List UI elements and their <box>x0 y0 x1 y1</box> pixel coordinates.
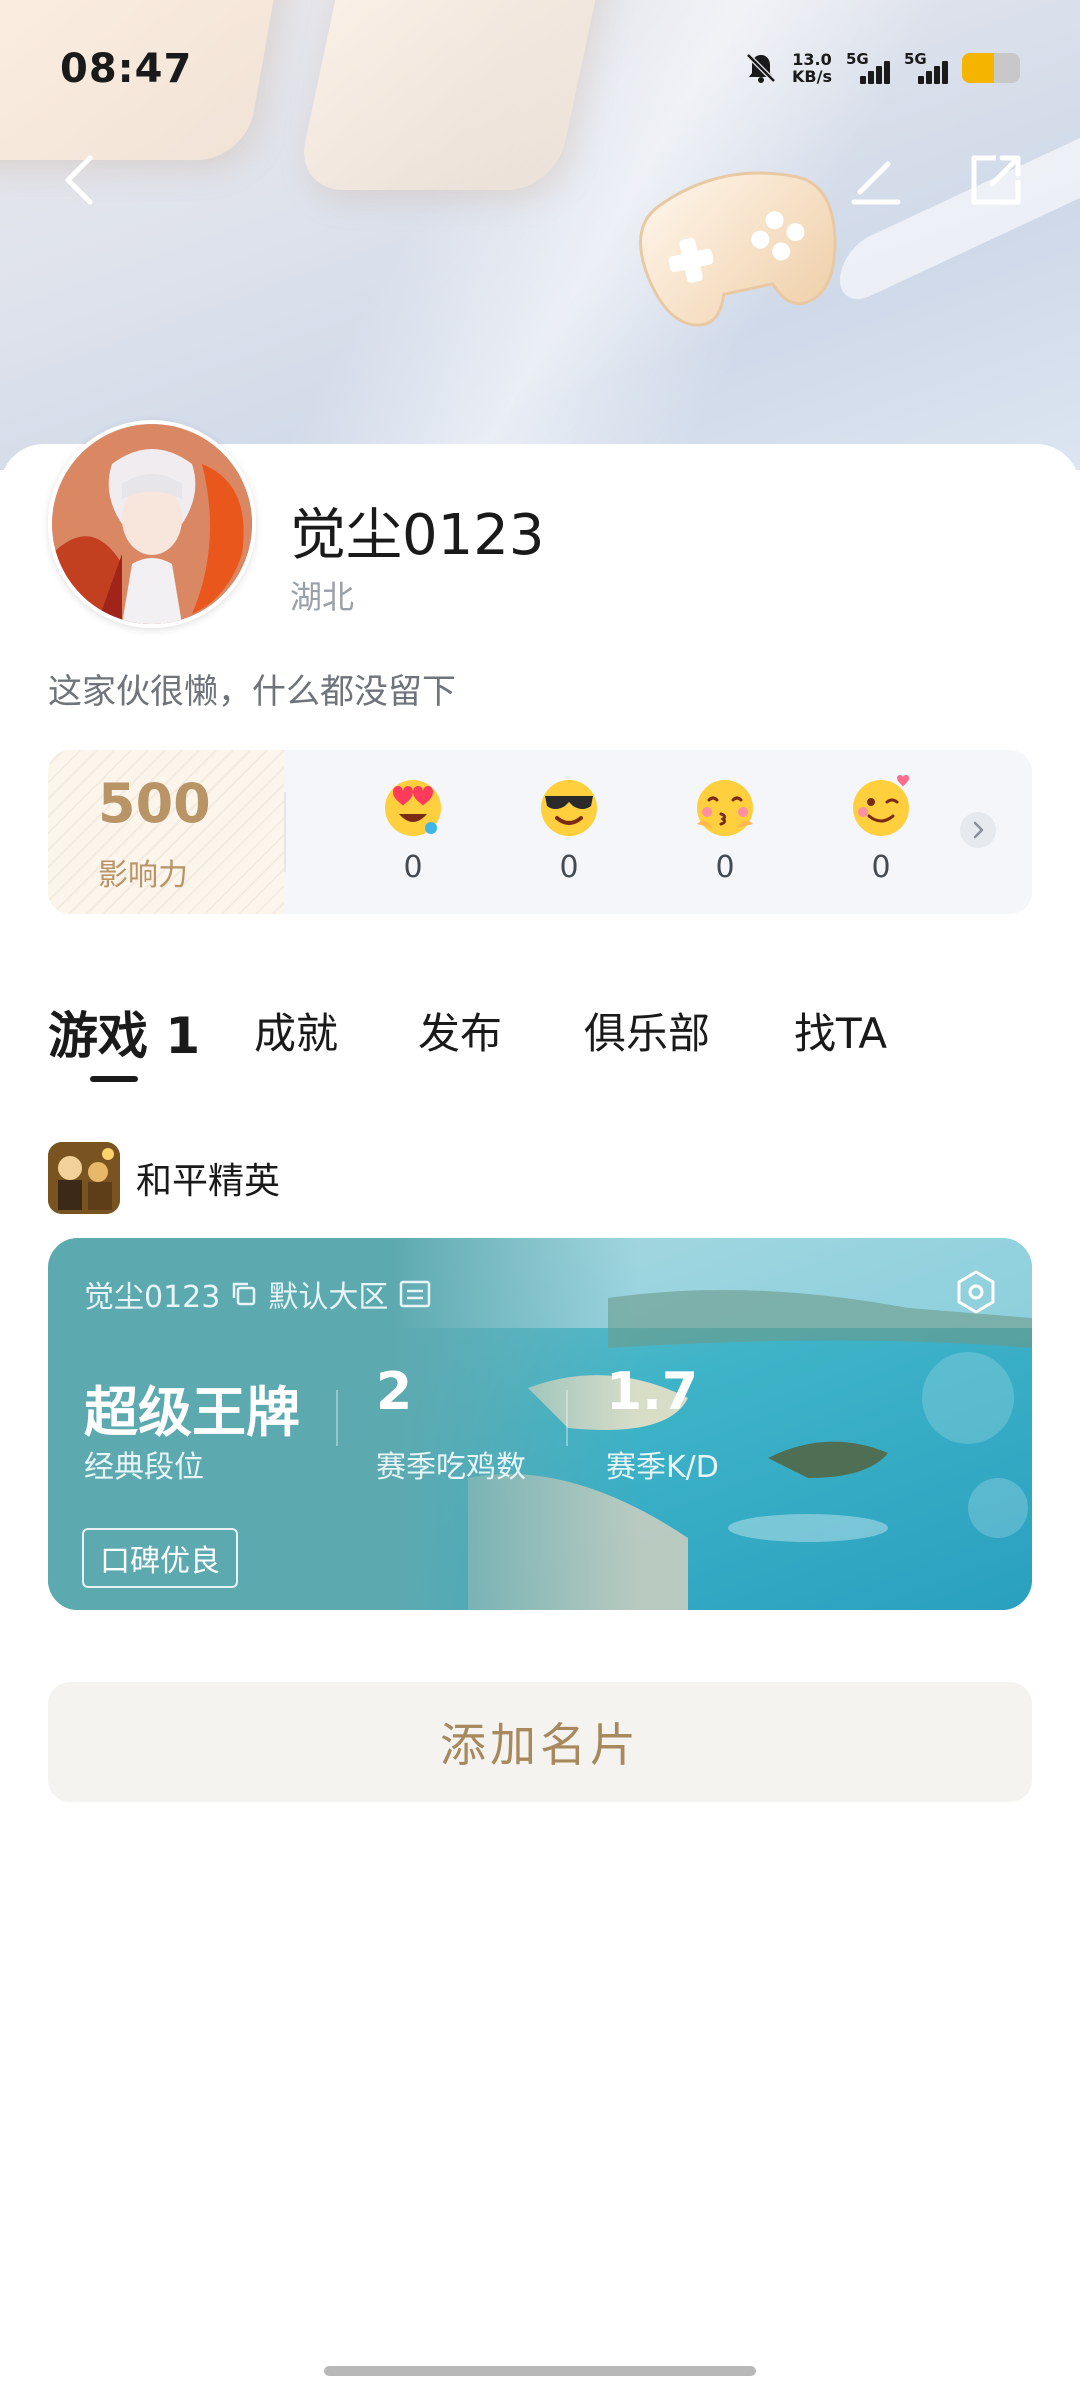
settings-hexagon-icon[interactable] <box>952 1268 1000 1316</box>
switch-server-icon[interactable] <box>398 1279 432 1309</box>
reaction-count: 0 <box>871 850 891 885</box>
decorative-pane <box>840 110 1080 310</box>
player-info-row: 觉尘0123 默认大区 <box>84 1272 432 1316</box>
region-text: 湖北 <box>290 578 355 616</box>
divider <box>284 792 286 872</box>
heart-eyes-emoji-icon <box>385 780 441 836</box>
network-speed-value: 13.0 <box>792 50 832 69</box>
sim1-label: 5G <box>846 50 869 68</box>
signal-sim1-icon: 5G <box>846 50 890 86</box>
divider <box>336 1390 338 1446</box>
server-name: 默认大区 <box>268 1280 389 1315</box>
share-out-icon[interactable] <box>966 150 1026 210</box>
bio-text: 这家伙很懒，什么都没留下 <box>48 672 456 712</box>
tab-games[interactable]: 游戏 1 <box>48 996 200 1068</box>
avatar-illustration <box>52 424 252 624</box>
rank-value: 超级王牌 <box>84 1381 300 1444</box>
sunglasses-emoji-icon <box>541 780 597 836</box>
gamepad-illustration-icon <box>639 171 837 327</box>
influence-value: 500 <box>98 772 211 835</box>
game-app-icon <box>48 1142 120 1214</box>
season-kd-value: 1.7 <box>606 1362 699 1422</box>
home-indicator[interactable] <box>324 2366 756 2376</box>
reaction-item[interactable]: 0 <box>836 772 926 885</box>
tab-achievements[interactable]: 成就 <box>254 1000 338 1061</box>
reaction-item[interactable]: 0 <box>524 772 614 885</box>
player-name: 觉尘0123 <box>84 1280 221 1315</box>
signal-sim2-icon: 5G <box>904 50 948 86</box>
wink-emoji-icon <box>853 775 909 836</box>
chevron-left-icon[interactable] <box>56 150 106 210</box>
season-wins-value: 2 <box>376 1362 413 1422</box>
rank-label: 经典段位 <box>84 1450 204 1485</box>
kiss-emoji-icon <box>697 780 753 836</box>
reputation-badge: 口碑优良 <box>82 1528 238 1588</box>
battery-icon <box>962 53 1020 83</box>
battery-level <box>962 53 994 83</box>
season-wins-label: 赛季吃鸡数 <box>376 1450 526 1485</box>
reaction-count: 0 <box>715 850 735 885</box>
divider <box>566 1390 568 1446</box>
reaction-item[interactable]: 0 <box>680 772 770 885</box>
reaction-count: 0 <box>559 850 579 885</box>
game-header[interactable]: 和平精英 <box>48 1142 280 1214</box>
tab-find-ta[interactable]: 找TA <box>794 1000 887 1061</box>
chevron-right-icon[interactable] <box>960 812 996 848</box>
tab-clubs[interactable]: 俱乐部 <box>584 1000 710 1061</box>
status-bar: 08:47 13.0 KB/s 5G 5G <box>0 0 1080 140</box>
influence-label: 影响力 <box>98 858 188 893</box>
active-tab-indicator <box>90 1076 138 1082</box>
username: 觉尘0123 <box>290 503 545 568</box>
game-stats-card[interactable]: 觉尘0123 默认大区 超级王牌 经典段位 2 赛季吃鸡数 1.7 赛季K/D … <box>48 1238 1032 1610</box>
reaction-item[interactable]: 0 <box>368 772 458 885</box>
bell-muted-icon <box>746 53 776 83</box>
status-time: 08:47 <box>60 46 193 92</box>
avatar[interactable] <box>48 420 256 628</box>
game-name: 和平精英 <box>136 1161 281 1202</box>
network-speed: 13.0 KB/s <box>792 51 832 85</box>
profile-tabs: 游戏 1 成就 发布 俱乐部 找TA <box>48 1000 1048 1090</box>
sim2-label: 5G <box>904 50 927 68</box>
status-indicators: 13.0 KB/s 5G 5G <box>744 50 1020 86</box>
reaction-count: 0 <box>403 850 423 885</box>
copy-icon[interactable] <box>230 1280 258 1308</box>
pencil-icon[interactable] <box>846 150 906 210</box>
network-speed-unit: KB/s <box>792 67 832 86</box>
add-card-button[interactable]: 添加名片 <box>48 1682 1032 1802</box>
tab-posts[interactable]: 发布 <box>418 1000 502 1061</box>
influence-panel[interactable]: 500 影响力 0 0 0 0 <box>48 750 1032 914</box>
season-kd-label: 赛季K/D <box>606 1450 719 1485</box>
